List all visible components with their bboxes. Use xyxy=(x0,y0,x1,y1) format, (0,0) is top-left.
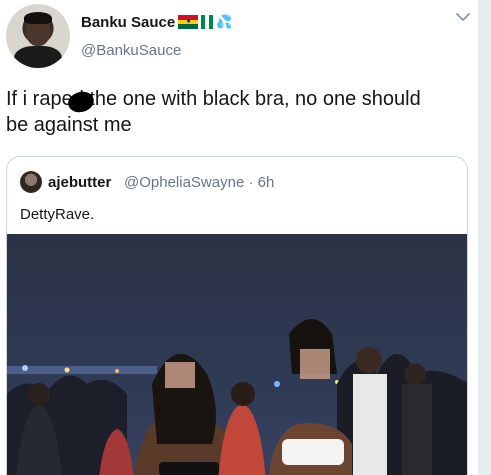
quoted-avatar[interactable] xyxy=(20,171,42,193)
meta-separator: · xyxy=(248,174,254,191)
avatar-hair xyxy=(24,12,52,24)
page-gutter xyxy=(478,0,491,475)
tweet-card: Banku Sauce ★ 💦 @BankuSauce If i raped t… xyxy=(0,0,478,475)
avatar-shirt xyxy=(14,46,62,68)
author-avatar[interactable] xyxy=(6,4,70,68)
quoted-text: DettyRave. xyxy=(20,206,95,223)
quoted-tweet[interactable]: ajebutter @OpheliaSwayne · 6h DettyRave. xyxy=(6,156,468,475)
ghana-flag-icon: ★ xyxy=(178,15,198,30)
quoted-handle[interactable]: @OpheliaSwayne xyxy=(124,174,244,191)
author-handle[interactable]: @BankuSauce xyxy=(81,42,181,59)
quoted-time[interactable]: 6h xyxy=(258,174,275,191)
author-name-emojis: ★ 💦 xyxy=(178,14,232,30)
author-display-name[interactable]: Banku Sauce xyxy=(81,14,175,31)
quoted-photo[interactable] xyxy=(7,234,468,475)
quoted-meta: @OpheliaSwayne · 6h xyxy=(124,174,274,191)
quoted-author-name[interactable]: ajebutter xyxy=(48,174,111,191)
nigeria-flag-icon xyxy=(201,15,213,29)
chevron-down-icon[interactable] xyxy=(456,12,470,22)
splash-icon: 💦 xyxy=(216,14,233,29)
